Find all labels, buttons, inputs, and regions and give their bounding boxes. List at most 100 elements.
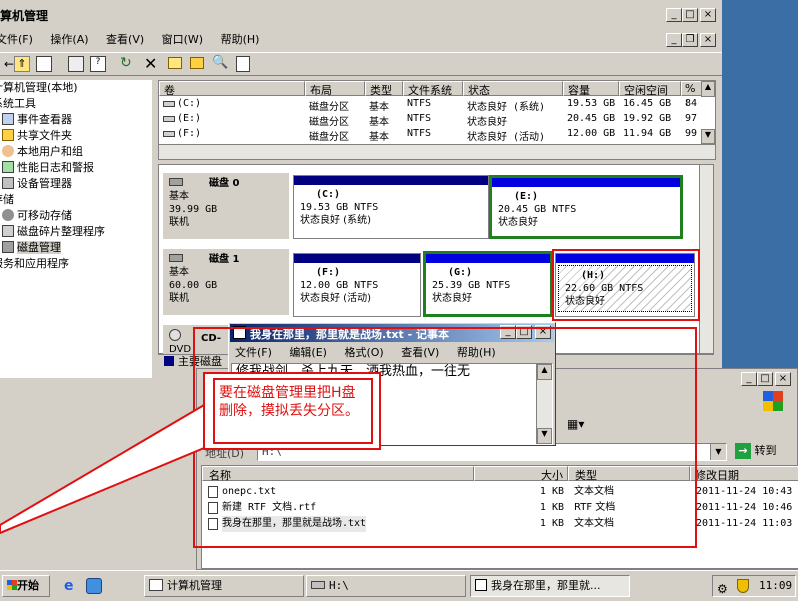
tray-security-icon[interactable] — [737, 579, 749, 593]
explorer-close-button[interactable]: × — [775, 372, 791, 386]
ie-icon[interactable]: e — [64, 578, 74, 594]
tree-defrag[interactable]: 磁盘碎片整理程序 — [0, 224, 152, 240]
callout-text: 要在磁盘管理里把H盘删除，摸拟丢失分区。 — [213, 378, 373, 444]
volume-f[interactable]: (F:) 12.00 GB NTFS 状态良好 (活动) — [293, 253, 421, 317]
search-icon[interactable]: 🔍 — [212, 55, 228, 70]
volume-row-cell: 基本 — [369, 117, 389, 128]
tree-device-manager[interactable]: 设备管理器 — [0, 176, 152, 192]
checklist-icon[interactable] — [236, 56, 250, 72]
disk0-label[interactable]: 磁盘 0 基本 39.99 GB 联机 — [163, 173, 289, 239]
tree-removable-storage[interactable]: 可移动存储 — [0, 208, 152, 224]
system-tray: ⚙ 11:09 — [712, 575, 796, 597]
performance-icon — [2, 161, 14, 173]
disk-view-scrollbar[interactable] — [699, 165, 713, 353]
volume-g-status: 状态良好 — [432, 293, 472, 304]
up-icon[interactable]: ⇑ — [14, 56, 30, 72]
volume-g[interactable]: (G:) 25.39 GB NTFS 状态良好 — [423, 251, 553, 317]
disk1-label[interactable]: 磁盘 1 基本 60.00 GB 联机 — [163, 249, 289, 315]
col-type[interactable]: 类型 — [365, 81, 403, 97]
back-icon[interactable]: ← — [4, 57, 14, 71]
tree-local-users[interactable]: 本地用户和组 — [0, 144, 152, 160]
volume-row[interactable]: (C:) 磁盘分区 基本 NTFS 状态良好 (系统) 19.53 GB 16.45 GB 8… — [159, 97, 701, 113]
tree-disk-management[interactable]: 磁盘管理 — [0, 240, 152, 256]
child-minimize-button[interactable]: _ — [666, 33, 682, 47]
address-dropdown[interactable]: ▼ — [710, 444, 726, 460]
volume-f-size: 12.00 GB NTFS — [300, 280, 379, 291]
refresh-icon[interactable]: ↻ — [120, 55, 132, 71]
volume-row-cell: 磁盘分区 — [309, 117, 349, 128]
col-free[interactable]: 空闲空间 — [619, 81, 681, 97]
explorer-minimize-button[interactable]: _ — [741, 372, 757, 386]
col-date[interactable]: 修改日期 — [690, 466, 798, 482]
volume-row-cell: (E:) — [177, 113, 202, 124]
tray-network-icon[interactable]: ⚙ — [717, 579, 728, 599]
taskbar-item-drive-h[interactable]: H:\ — [306, 575, 466, 597]
disk0-name: 磁盘 0 — [209, 178, 240, 189]
disk0-size: 39.99 GB — [169, 204, 218, 215]
tree-shared-folders[interactable]: 共享文件夹 — [0, 128, 152, 144]
volume-e[interactable]: (E:) 20.45 GB NTFS 状态良好 — [489, 175, 683, 239]
volume-c-status: 状态良好 (系统) — [300, 215, 371, 226]
list-scroll-down[interactable]: ▼ — [701, 129, 715, 144]
col-layout[interactable]: 布局 — [305, 81, 365, 97]
volume-c-letter: (C:) — [316, 189, 341, 200]
volume-c[interactable]: (C:) 19.53 GB NTFS 状态良好 (系统) — [293, 175, 489, 239]
removable-storage-icon — [2, 209, 14, 221]
minimize-button[interactable]: _ — [666, 8, 682, 22]
volume-h-highlight — [552, 249, 700, 321]
menu-view[interactable]: 查看(V) — [106, 33, 144, 46]
volume-row-cell: NTFS — [407, 128, 432, 139]
windows-logo-icon — [763, 391, 783, 411]
file-date: 2011-11-24 10:46 — [696, 502, 793, 513]
volume-row-cell: (C:) — [177, 98, 202, 109]
child-close-button[interactable]: × — [700, 33, 716, 47]
taskbar-item-computer-management[interactable]: 计算机管理 — [144, 575, 304, 597]
defrag-icon — [2, 225, 14, 237]
menu-help[interactable]: 帮助(H) — [221, 33, 260, 46]
title-bar[interactable]: 机算机管理 _ □ × — [0, 4, 722, 24]
col-status[interactable]: 状态 — [463, 81, 563, 97]
volume-row[interactable]: (E:) 磁盘分区 基本 NTFS 状态良好 20.45 GB 19.92 GB 97 — [159, 112, 701, 128]
child-restore-button[interactable]: ❐ — [682, 33, 698, 47]
list-scroll-up[interactable]: ▲ — [701, 81, 715, 97]
delete-icon[interactable]: ✕ — [144, 54, 157, 73]
col-percent[interactable]: % : — [681, 81, 703, 108]
quick-launch-icon[interactable] — [86, 578, 102, 594]
menu-bar: 文件(F) 操作(A) 查看(V) 窗口(W) 帮助(H) — [0, 32, 656, 48]
tree-storage[interactable]: 存储 — [0, 192, 152, 208]
menu-file[interactable]: 文件(F) — [0, 33, 33, 46]
volume-row[interactable]: (F:) 磁盘分区 基本 NTFS 状态良好 (活动) 12.00 GB 11.94 GB 9… — [159, 127, 701, 143]
col-capacity[interactable]: 容量 — [563, 81, 619, 97]
tree-performance-logs[interactable]: 性能日志和警报 — [0, 160, 152, 176]
tree-services-apps[interactable]: 服务和应用程序 — [0, 256, 152, 272]
open-icon[interactable] — [168, 57, 182, 69]
volume-icon — [163, 116, 175, 122]
tree-root[interactable]: 计算机管理(本地) — [0, 80, 152, 96]
disk0-icon — [169, 178, 183, 186]
properties-icon[interactable] — [68, 56, 84, 72]
tree-system-tools[interactable]: 系统工具 — [0, 96, 152, 112]
menu-window[interactable]: 窗口(W) — [162, 33, 203, 46]
close-button[interactable]: × — [700, 8, 716, 22]
taskbar-item-notepad[interactable]: 我身在那里，那里就... — [470, 575, 630, 597]
volume-row-cell: 97 — [685, 113, 698, 124]
go-button[interactable]: → 转到 — [735, 443, 791, 461]
toolbar: ← ⇑ ? ↻ ✕ 🔍 — [0, 52, 722, 76]
col-volume[interactable]: 卷 — [159, 81, 305, 97]
start-button[interactable]: 开始 — [2, 575, 50, 597]
show-tree-icon[interactable] — [36, 56, 52, 72]
explorer-maximize-button[interactable]: □ — [757, 372, 773, 386]
volume-icon — [163, 131, 175, 137]
menu-action[interactable]: 操作(A) — [50, 33, 88, 46]
notepad-taskbar-icon — [475, 579, 487, 591]
disk1-type: 基本 — [169, 267, 189, 278]
maximize-button[interactable]: □ — [682, 8, 698, 22]
volume-f-status: 状态良好 (活动) — [300, 293, 371, 304]
folder-icon[interactable] — [190, 57, 204, 69]
list-hscroll[interactable] — [159, 144, 715, 159]
col-filesystem[interactable]: 文件系统 — [403, 81, 463, 97]
clock: 11:09 — [759, 579, 793, 592]
tree-event-viewer[interactable]: 事件查看器 — [0, 112, 152, 128]
drive-icon — [311, 581, 325, 589]
help-icon[interactable]: ? — [90, 56, 106, 72]
